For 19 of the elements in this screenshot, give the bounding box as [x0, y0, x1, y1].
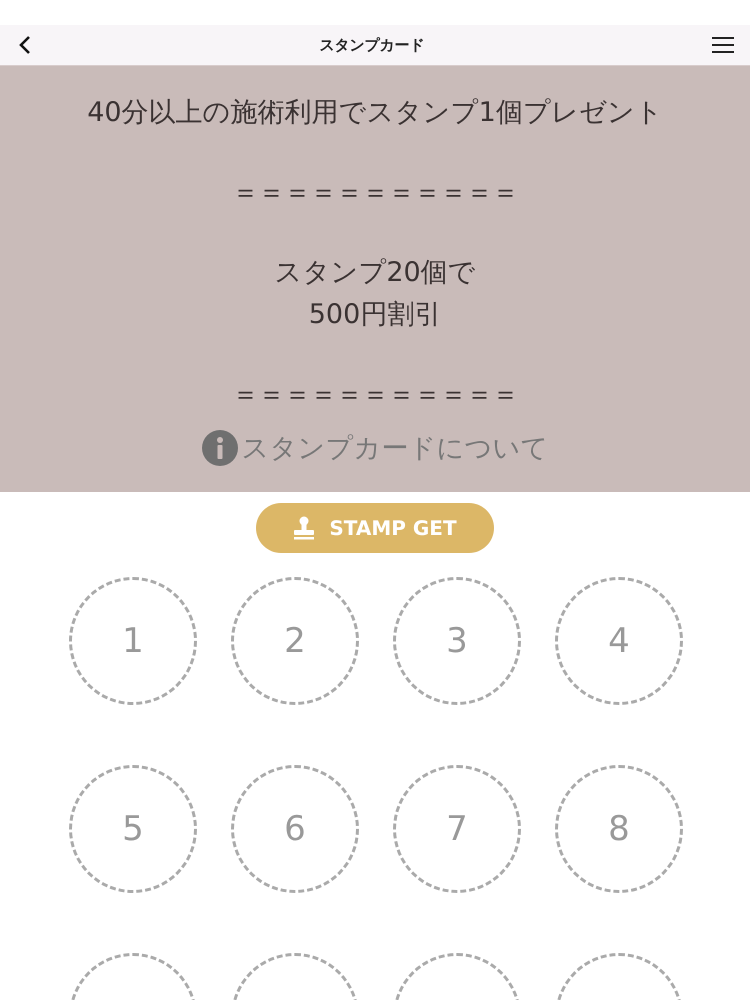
stamp-slot: 4: [555, 577, 683, 705]
stamp-slot: 7: [393, 765, 521, 893]
info-icon: [202, 430, 238, 466]
menu-icon[interactable]: [712, 36, 734, 54]
campaign-text: 40分以上の施術利用でスタンプ1個プレゼント: [87, 96, 663, 130]
stamp-slot: 3: [393, 577, 521, 705]
stamp-icon: [293, 516, 316, 540]
divider-text: ＝＝＝＝＝＝＝＝＝＝＝: [232, 378, 518, 412]
info-link[interactable]: スタンプカードについて: [242, 430, 548, 466]
stamp-slot: 6: [231, 765, 359, 893]
divider-text: ＝＝＝＝＝＝＝＝＝＝＝: [232, 176, 518, 210]
campaign-text: スタンプ20個で 500円割引: [274, 256, 476, 332]
stamp-slot: 5: [69, 765, 197, 893]
stamp-slot: 1: [69, 577, 197, 705]
stamp-get-button[interactable]: STAMP GET: [256, 503, 494, 553]
page-title: スタンプカード: [320, 36, 424, 54]
stamp-slot: 2: [231, 577, 359, 705]
back-icon[interactable]: [18, 35, 32, 55]
stamp-slot: 8: [555, 765, 683, 893]
